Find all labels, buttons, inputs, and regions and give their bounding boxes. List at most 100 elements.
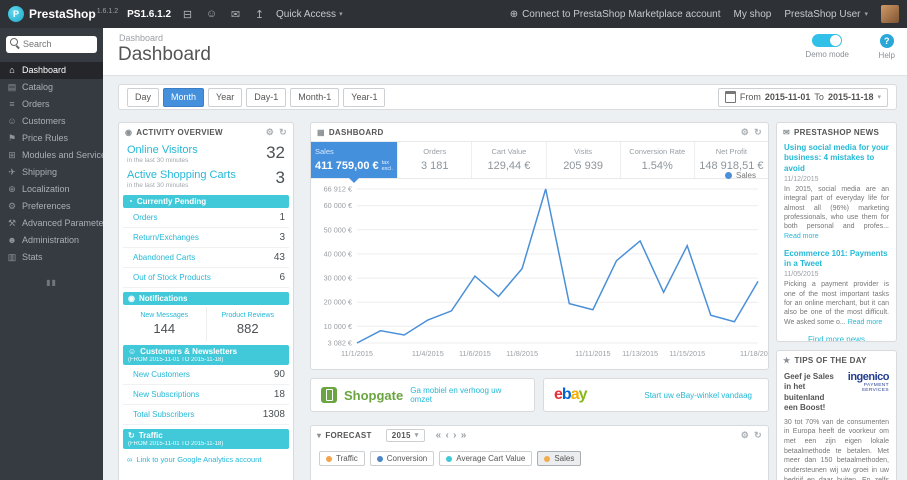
notifications-header: ◉ Notifications bbox=[123, 292, 289, 306]
sidebar-item-orders[interactable]: ≡ Orders bbox=[0, 96, 103, 113]
search-input[interactable] bbox=[6, 35, 97, 53]
kpi-conversion-rate[interactable]: Conversion Rate 1.54% bbox=[621, 142, 695, 178]
sidebar-item-customers[interactable]: ☺ Customers bbox=[0, 113, 103, 130]
date-range-picker[interactable]: From 2015-11-01 To 2015-11-18 ▾ bbox=[717, 87, 888, 107]
gear-icon[interactable]: ⚙ bbox=[741, 430, 749, 441]
my-shop-link[interactable]: My shop bbox=[734, 9, 772, 20]
advanced-parameters-icon: ⚒ bbox=[7, 217, 17, 228]
article-title[interactable]: Using social media for your business: 4 … bbox=[784, 143, 889, 174]
svg-text:11/18/2015: 11/18/2015 bbox=[740, 349, 768, 358]
read-more-link[interactable]: Read more bbox=[848, 318, 883, 327]
sidebar-item-stats[interactable]: ▥ Stats bbox=[0, 249, 103, 266]
sidebar-item-catalog[interactable]: ▤ Catalog bbox=[0, 79, 103, 96]
shopgate-logo: Shopgate bbox=[344, 387, 404, 403]
refresh-icon[interactable]: ↻ bbox=[279, 127, 287, 138]
refresh-icon[interactable]: ↻ bbox=[754, 430, 762, 441]
sidebar-collapse-icon[interactable]: ▮▮ bbox=[0, 278, 103, 287]
online-visitors-stat[interactable]: Online Visitors in the last 30 minutes 3… bbox=[119, 141, 293, 166]
topbar-right: ⊕ Connect to PrestaShop Marketplace acco… bbox=[510, 5, 899, 23]
forecast-legend-average-cart-value[interactable]: Average Cart Value bbox=[439, 451, 533, 466]
forecast-legend-sales[interactable]: Sales bbox=[537, 451, 582, 466]
link-icon: ∞ bbox=[127, 455, 133, 465]
kpi-visits[interactable]: Visits 205 939 bbox=[547, 142, 621, 178]
sidebar-item-localization[interactable]: ⊕ Localization bbox=[0, 181, 103, 198]
last-page-icon[interactable]: » bbox=[461, 430, 467, 441]
online-visitors-value: 32 bbox=[266, 143, 285, 162]
first-page-icon[interactable]: « bbox=[436, 430, 442, 441]
forecast-legend-conversion[interactable]: Conversion bbox=[369, 451, 435, 466]
gear-icon[interactable]: ⚙ bbox=[741, 127, 749, 138]
google-analytics-link[interactable]: ∞ Link to your Google Analytics account bbox=[119, 449, 293, 470]
user-menu[interactable]: PrestaShop User ▾ bbox=[784, 9, 868, 20]
traffic-date-range: (FROM 2015-11-01 TO 2015-11-18) bbox=[128, 441, 224, 448]
dashboard-panel-header: ▦ DASHBOARD ⚙ ↻ bbox=[311, 123, 768, 141]
date-filter-bar: Day Month Year Day-1 Month-1 Year-1 From… bbox=[118, 84, 897, 110]
new-messages-stat[interactable]: New Messages 144 bbox=[123, 307, 206, 341]
sidebar-item-advanced-parameters[interactable]: ⚒ Advanced Parameters bbox=[0, 215, 103, 232]
shopgate-link[interactable]: Ga mobiel en verhoog uw omzet bbox=[410, 386, 518, 404]
filter-year-button[interactable]: Year bbox=[208, 87, 243, 107]
gear-icon[interactable]: ⚙ bbox=[266, 127, 274, 138]
list-item[interactable]: Abandoned Carts 43 bbox=[123, 248, 289, 269]
next-page-icon[interactable]: › bbox=[453, 430, 457, 441]
list-item[interactable]: Out of Stock Products 6 bbox=[123, 268, 289, 289]
list-item[interactable]: New Customers 90 bbox=[123, 365, 289, 386]
list-item[interactable]: Total Subscribers 1308 bbox=[123, 405, 289, 426]
kpi-orders[interactable]: Orders 3 181 bbox=[398, 142, 473, 178]
user-icon[interactable]: ☺ bbox=[204, 8, 219, 20]
news-panel-header: ✉ PRESTASHOP NEWS bbox=[777, 123, 896, 141]
filter-month-button[interactable]: Month bbox=[163, 87, 205, 107]
svg-text:60 000 €: 60 000 € bbox=[324, 201, 352, 210]
kpi-sales-note: tax excl. bbox=[381, 160, 393, 173]
sidebar-item-preferences[interactable]: ⚙ Preferences bbox=[0, 198, 103, 215]
list-item[interactable]: Orders 1 bbox=[123, 208, 289, 229]
upload-icon[interactable]: ↥ bbox=[252, 8, 267, 21]
product-reviews-stat[interactable]: Product Reviews 882 bbox=[205, 307, 290, 342]
prestashop-logo[interactable]: P PrestaShop1.6.1.2 bbox=[8, 6, 118, 22]
forecast-legend-traffic[interactable]: Traffic bbox=[319, 451, 365, 466]
read-more-link[interactable]: Read more bbox=[784, 232, 819, 241]
chart-legend: Sales bbox=[724, 171, 756, 180]
from-label: From bbox=[739, 92, 761, 102]
svg-text:11/13/2015: 11/13/2015 bbox=[622, 349, 658, 358]
ebay-link[interactable]: Start uw eBay-winkel vandaag bbox=[644, 391, 752, 400]
filter-day-button[interactable]: Day bbox=[127, 87, 160, 107]
ingenico-logo: ingenico payment services bbox=[847, 371, 890, 394]
currently-pending-header: ◔ Currently Pending bbox=[123, 195, 289, 209]
article-title[interactable]: Ecommerce 101: Payments in a Tweet bbox=[784, 249, 889, 270]
list-item[interactable]: New Subscriptions 18 bbox=[123, 385, 289, 406]
filter-year-1-button[interactable]: Year-1 bbox=[343, 87, 386, 107]
online-visitors-label: Online Visitors bbox=[127, 144, 198, 156]
forecast-panel-header: ▾ FORECAST 2015 ▾ « ‹ › » ⚙ ↻ bbox=[311, 426, 768, 444]
sidebar-item-dashboard[interactable]: ⌂ Dashboard bbox=[0, 61, 103, 79]
prev-page-icon[interactable]: ‹ bbox=[445, 430, 449, 441]
kpi-sales[interactable]: Sales 411 759,00 € tax excl. bbox=[311, 142, 399, 183]
quick-access-menu[interactable]: Quick Access ▾ bbox=[276, 9, 343, 20]
forecast-pagination: « ‹ › » bbox=[436, 430, 467, 441]
svg-text:10 000 €: 10 000 € bbox=[324, 322, 352, 331]
filter-day-1-button[interactable]: Day-1 bbox=[246, 87, 287, 107]
user-avatar[interactable] bbox=[881, 5, 899, 23]
marketplace-link[interactable]: ⊕ Connect to PrestaShop Marketplace acco… bbox=[510, 9, 721, 20]
chat-icon[interactable]: ✉ bbox=[228, 8, 243, 21]
refresh-icon[interactable]: ↻ bbox=[754, 127, 762, 138]
kpi-cart-value[interactable]: Cart Value 129,44 € bbox=[472, 142, 547, 178]
find-more-news-link[interactable]: Find more news bbox=[784, 335, 889, 341]
help-button[interactable]: ? Help bbox=[879, 34, 895, 60]
activity-panel-header: ◉ ACTIVITY OVERVIEW ⚙ ↻ bbox=[119, 123, 293, 141]
sidebar-item-modules[interactable]: ⊞ Modules and Services bbox=[0, 147, 103, 164]
chevron-down-icon: ▾ bbox=[317, 430, 322, 440]
demo-mode-toggle[interactable] bbox=[812, 34, 843, 47]
active-carts-stat[interactable]: Active Shopping Carts in the last 30 min… bbox=[119, 166, 293, 191]
list-item[interactable]: Return/Exchanges 3 bbox=[123, 228, 289, 249]
filter-month-1-button[interactable]: Month-1 bbox=[290, 87, 340, 107]
help-label: Help bbox=[878, 51, 895, 60]
forecast-year-select[interactable]: 2015 ▾ bbox=[385, 428, 425, 442]
sidebar-item-shipping[interactable]: ✈ Shipping bbox=[0, 164, 103, 181]
active-carts-label: Active Shopping Carts bbox=[127, 169, 236, 182]
customers-newsletters-header: ☺ Customers & Newsletters (FROM 2015-11-0… bbox=[123, 345, 289, 366]
sidebar-item-price-rules[interactable]: ⚑ Price Rules bbox=[0, 130, 103, 147]
sidebar-item-administration[interactable]: ☻ Administration bbox=[0, 232, 103, 249]
localization-icon: ⊕ bbox=[8, 183, 16, 194]
cart-icon[interactable]: ⊟ bbox=[180, 8, 195, 21]
